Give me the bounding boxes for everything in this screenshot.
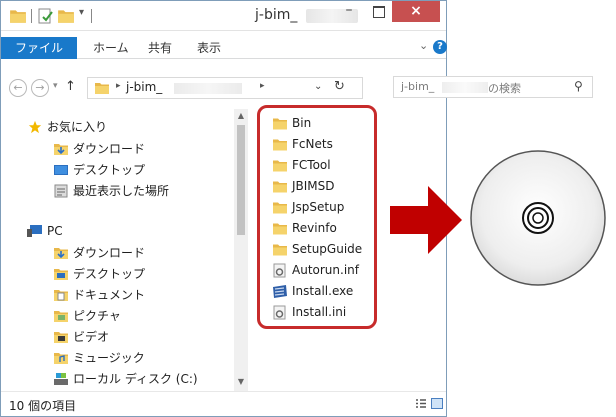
redacted-region	[442, 82, 488, 93]
breadcrumb-current[interactable]: j-bim_	[126, 80, 162, 94]
item-count: 10 個の項目	[9, 399, 77, 413]
navigation-scrollbar[interactable]: ▲ ▼	[234, 109, 248, 391]
new-folder-icon[interactable]	[57, 8, 75, 24]
settings-file-icon	[273, 305, 286, 320]
local-disk-icon	[54, 373, 68, 385]
folder-icon	[272, 221, 288, 236]
large-icons-view-icon[interactable]	[431, 398, 443, 409]
scroll-up-icon[interactable]: ▲	[234, 109, 248, 123]
pc-icon	[27, 225, 42, 237]
recent-places-icon	[54, 184, 68, 198]
tab-file[interactable]: ファイル	[1, 37, 77, 59]
tab-view[interactable]: 表示	[197, 37, 221, 59]
folder-icon	[272, 116, 288, 131]
breadcrumb-chevron-icon[interactable]: ▸	[116, 81, 121, 91]
address-bar[interactable]: ▸ j-bim_ ▸ ⌄ ↻	[87, 77, 363, 99]
refresh-icon[interactable]: ↻	[334, 79, 345, 94]
details-view-icon[interactable]	[415, 398, 427, 409]
arrow-right-icon	[390, 186, 462, 254]
music-folder-icon	[53, 351, 69, 365]
installer-icon	[273, 285, 287, 298]
videos-folder-icon	[53, 330, 69, 344]
scroll-thumb[interactable]	[237, 125, 245, 235]
address-dropdown-icon[interactable]: ⌄	[314, 81, 322, 92]
help-icon[interactable]: ?	[433, 40, 447, 54]
title-bar: ▾ j-bim_ – ×	[1, 1, 446, 31]
properties-icon[interactable]	[37, 8, 53, 24]
search-input[interactable]: j-bim_ の検索 ⚲	[393, 76, 593, 98]
up-button[interactable]: ↑	[65, 79, 76, 94]
settings-file-icon	[273, 263, 286, 278]
folder-icon	[272, 200, 288, 215]
divider	[31, 9, 32, 23]
search-icon[interactable]: ⚲	[574, 79, 583, 93]
download-folder-icon	[53, 246, 69, 260]
folder-icon	[272, 179, 288, 194]
status-bar: 10 個の項目	[1, 391, 446, 416]
documents-folder-icon	[53, 288, 69, 302]
explorer-window: ▾ j-bim_ – × ファイル ホーム 共有 表示 ⌄ ? ← → ▾ ↑ …	[0, 0, 447, 417]
quick-access-dropdown-icon[interactable]: ▾	[79, 7, 84, 23]
pictures-folder-icon	[53, 309, 69, 323]
forward-button[interactable]: →	[31, 79, 49, 97]
maximize-button[interactable]	[364, 1, 392, 22]
folder-icon	[272, 158, 288, 173]
file-list-highlight: Bin FcNets FCTool JBIMSD JspSetup Revinf…	[257, 105, 377, 329]
minimize-button[interactable]: –	[334, 1, 364, 22]
desktop-folder-icon	[53, 267, 69, 281]
cd-disc-icon	[470, 150, 606, 286]
tab-home[interactable]: ホーム	[93, 37, 129, 59]
folder-icon	[272, 137, 288, 152]
ribbon-tabs: ファイル ホーム 共有 表示 ⌄ ?	[1, 37, 447, 59]
folder-icon	[9, 8, 27, 24]
scroll-down-icon[interactable]: ▼	[234, 375, 248, 389]
star-icon	[28, 120, 42, 134]
divider	[91, 9, 92, 23]
address-row: ← → ▾ ↑ ▸ j-bim_ ▸ ⌄ ↻	[1, 73, 446, 103]
folder-icon	[94, 81, 110, 95]
download-folder-icon	[53, 142, 69, 156]
close-button[interactable]: ×	[392, 1, 440, 22]
navigation-pane: お気に入り ダウンロード デスクトップ 最近表示した場所 PC ダウンロード デ…	[1, 109, 248, 391]
back-button[interactable]: ←	[9, 79, 27, 97]
folder-icon	[272, 242, 288, 257]
recent-locations-dropdown-icon[interactable]: ▾	[53, 81, 58, 91]
redacted-region	[174, 83, 242, 94]
expand-ribbon-icon[interactable]: ⌄	[419, 39, 428, 52]
window-title: j-bim_	[255, 7, 298, 23]
desktop-icon	[54, 165, 68, 175]
breadcrumb-chevron-icon[interactable]: ▸	[260, 81, 265, 91]
tab-share[interactable]: 共有	[148, 37, 172, 59]
